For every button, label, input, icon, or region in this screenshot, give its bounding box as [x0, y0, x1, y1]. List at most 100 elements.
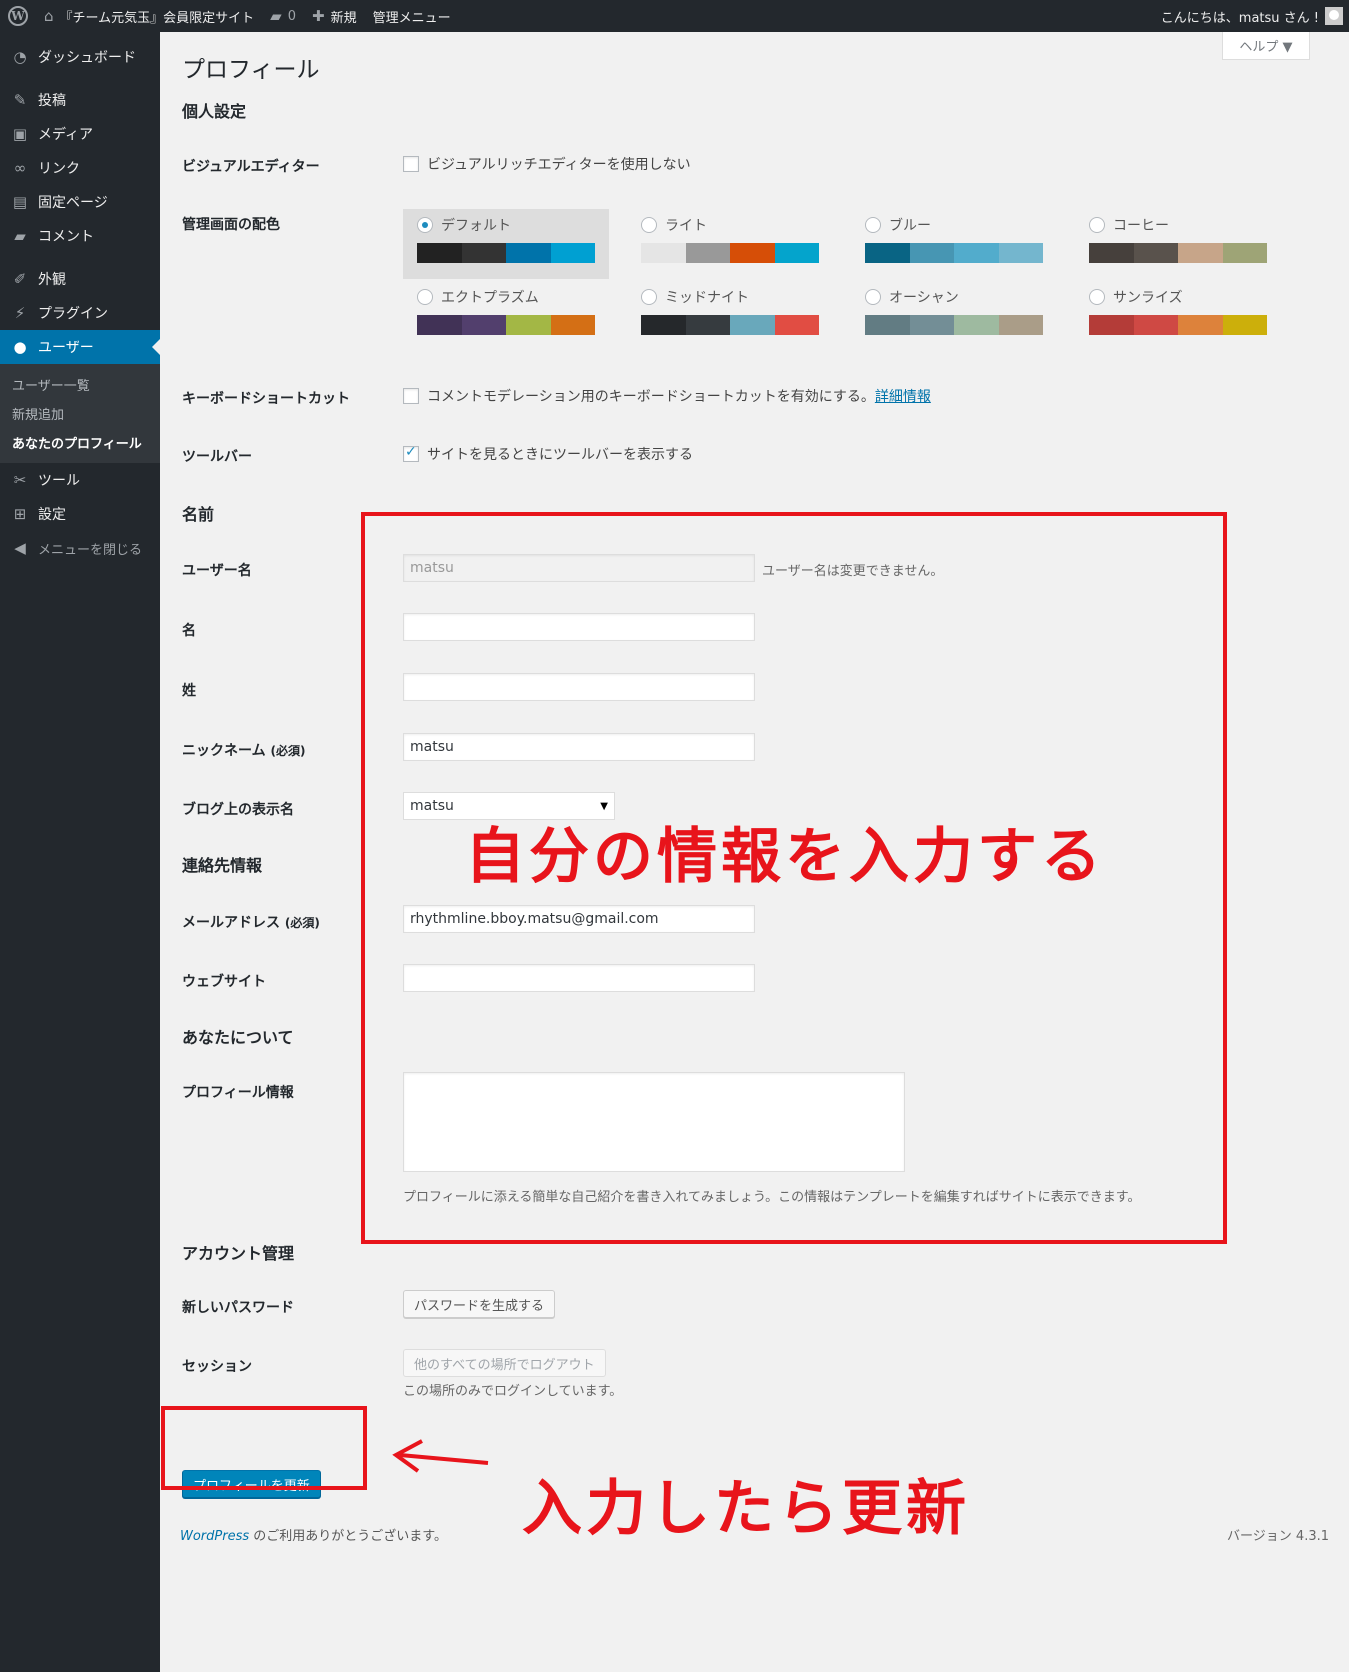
color-swatch	[1222, 243, 1267, 263]
nickname-label-text: ニックネーム	[182, 743, 266, 759]
color-scheme-option[interactable]: サンライズ	[1075, 281, 1281, 351]
color-scheme-option[interactable]: デフォルト	[403, 209, 609, 279]
color-scheme-option[interactable]: ミッドナイト	[627, 281, 833, 351]
color-scheme-name: オーシャン	[889, 290, 959, 306]
color-scheme-option[interactable]: コーヒー	[1075, 209, 1281, 279]
collapse-arrow-icon: ◀	[14, 539, 26, 557]
avatar	[1325, 7, 1343, 25]
color-swatch	[506, 315, 551, 335]
color-swatch	[1178, 243, 1223, 263]
keyboard-shortcuts-text: コメントモデレーション用のキーボードショートカットを有効にする。	[427, 389, 875, 405]
sidebar-item-pages[interactable]: ▤ 固定ページ	[0, 185, 160, 219]
sidebar-item-posts[interactable]: ✎ 投稿	[0, 83, 160, 117]
color-swatch	[774, 243, 819, 263]
color-scheme-radio[interactable]	[865, 289, 881, 305]
generate-password-button[interactable]: パスワードを生成する	[403, 1290, 556, 1318]
sidebar-item-users[interactable]: ● ユーザー	[0, 330, 160, 364]
new-label: 新規	[330, 10, 357, 26]
color-swatch	[998, 243, 1043, 263]
color-swatch	[506, 243, 551, 263]
keyboard-more-info-link[interactable]: 詳細情報	[875, 389, 931, 405]
sidebar-item-label: プラグイン	[38, 306, 108, 322]
color-scheme-option[interactable]: ライト	[627, 209, 833, 279]
page-title: プロフィール	[182, 57, 320, 83]
personal-options-heading: 個人設定	[182, 102, 247, 121]
color-scheme-option[interactable]: ブルー	[851, 209, 1057, 279]
comment-icon: ▰	[14, 227, 26, 245]
comments-count: 0	[287, 8, 296, 24]
color-swatch	[550, 243, 595, 263]
color-scheme-name: ミッドナイト	[665, 290, 749, 306]
admin-menu-link[interactable]: 管理メニュー	[365, 0, 459, 32]
color-swatch	[1133, 315, 1178, 335]
color-swatch	[998, 315, 1043, 335]
wordpress-logo-icon: W	[8, 6, 28, 26]
sidebar-item-appearance[interactable]: ✐ 外観	[0, 262, 160, 296]
color-swatches	[865, 243, 1043, 263]
settings-icon: ⊞	[13, 505, 27, 523]
submenu-item-add-new[interactable]: 新規追加	[0, 399, 160, 428]
color-scheme-radio[interactable]	[417, 289, 433, 305]
color-scheme-radio[interactable]	[1089, 289, 1105, 305]
color-scheme-radio[interactable]	[865, 217, 881, 233]
toolbar-row: サイトを見るときにツールバーを表示する	[403, 444, 693, 464]
color-scheme-radio[interactable]	[641, 217, 657, 233]
sidebar-item-tools[interactable]: ✂ ツール	[0, 463, 160, 497]
color-swatch	[685, 243, 730, 263]
toolbar-text: サイトを見るときにツールバーを表示する	[427, 447, 693, 463]
display-name-label: ブログ上の表示名	[182, 802, 294, 818]
sidebar-item-label: コメント	[38, 229, 94, 245]
dashboard-icon: ◔	[13, 48, 27, 66]
sidebar-item-comments[interactable]: ▰ コメント	[0, 219, 160, 253]
site-name-menu[interactable]: ⌂ 『チーム元気玉』会員限定サイト	[36, 0, 262, 32]
help-tab-button[interactable]: ヘルプ ▼	[1222, 32, 1310, 60]
website-label: ウェブサイト	[182, 974, 266, 990]
toolbar-checkbox[interactable]	[403, 444, 419, 462]
sidebar-item-media[interactable]: ▣ メディア	[0, 117, 160, 151]
tools-icon: ✂	[13, 471, 27, 489]
color-scheme-option[interactable]: エクトプラズム	[403, 281, 609, 351]
color-swatch	[774, 315, 819, 335]
keyboard-shortcuts-label: キーボードショートカット	[182, 391, 350, 407]
logout-everywhere-button[interactable]: 他のすべての場所でログアウト	[403, 1349, 606, 1377]
email-label: メールアドレス (必須)	[182, 912, 320, 932]
new-password-label: 新しいパスワード	[182, 1300, 294, 1316]
page-icon: ▤	[12, 193, 28, 211]
sidebar-item-links[interactable]: ∞ リンク	[0, 151, 160, 185]
color-swatches	[417, 315, 595, 335]
wordpress-link[interactable]: WordPress	[180, 1529, 249, 1544]
visual-editor-checkbox[interactable]	[403, 156, 419, 172]
color-swatch	[1089, 315, 1134, 335]
sidebar-item-dashboard[interactable]: ◔ ダッシュボード	[0, 40, 160, 74]
keyboard-shortcuts-checkbox[interactable]	[403, 388, 419, 404]
sidebar-item-label: 固定ページ	[38, 195, 108, 211]
collapse-menu-label: メニューを閉じる	[38, 542, 143, 558]
sidebar-item-plugins[interactable]: ⚡ プラグイン	[0, 296, 160, 330]
color-scheme-radio[interactable]	[641, 289, 657, 305]
last-name-label: 姓	[182, 683, 196, 699]
first-name-label: 名	[182, 623, 196, 639]
greeting: こんにちは、matsu さん !	[1160, 10, 1319, 26]
submenu-item-your-profile[interactable]: あなたのプロフィール	[0, 428, 160, 457]
footer-thanks: WordPress のご利用ありがとうございます。	[180, 1525, 447, 1544]
site-name: 『チーム元気玉』会員限定サイト	[59, 10, 255, 26]
color-scheme-radio[interactable]	[417, 217, 433, 233]
annotation-box-text: 自分の情報を入力する	[465, 822, 1105, 892]
submenu-item-all-users[interactable]: ユーザー一覧	[0, 370, 160, 399]
collapse-menu-button[interactable]: ◀ メニューを閉じる	[0, 531, 160, 565]
users-submenu: ユーザー一覧 新規追加 あなたのプロフィール	[0, 364, 160, 463]
new-content-menu[interactable]: ✚ 新規	[304, 0, 365, 32]
sidebar-item-settings[interactable]: ⊞ 設定	[0, 497, 160, 531]
color-swatch	[730, 243, 775, 263]
color-swatches	[1089, 315, 1267, 335]
color-scheme-option[interactable]: オーシャン	[851, 281, 1057, 351]
visual-editor-row: ビジュアルリッチエディターを使用しない	[403, 154, 691, 174]
sessions-note: この場所のみでログインしています。	[403, 1384, 623, 1399]
my-account-menu[interactable]: こんにちは、matsu さん !	[1161, 0, 1349, 32]
wp-logo-menu[interactable]: W	[0, 0, 36, 32]
comments-menu[interactable]: ▰ 0	[262, 0, 304, 32]
about-heading: あなたについて	[182, 1028, 294, 1047]
color-scheme-radio[interactable]	[1089, 217, 1105, 233]
keyboard-shortcuts-row: コメントモデレーション用のキーボードショートカットを有効にする。詳細情報	[403, 386, 931, 406]
sessions-label: セッション	[182, 1359, 252, 1375]
